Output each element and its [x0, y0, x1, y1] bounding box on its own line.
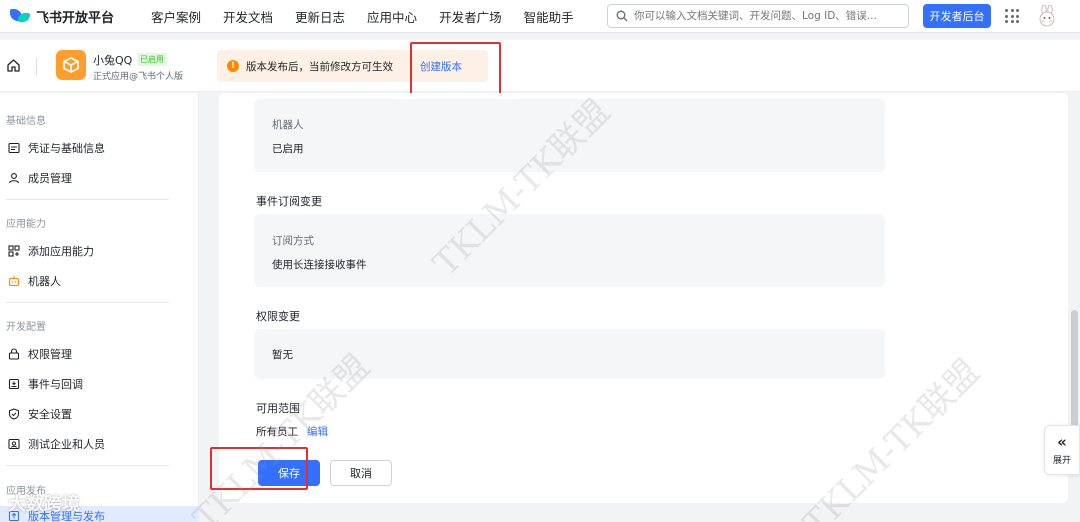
user-icon: [7, 171, 21, 185]
field-value: 暂无: [272, 349, 293, 361]
field-value: 已启用: [272, 143, 304, 155]
shield-icon: [7, 407, 21, 421]
watermark-logo-text: 大数跨境: [8, 494, 80, 515]
search-box[interactable]: [607, 4, 909, 28]
sidebar-item-test-org[interactable]: 测试企业和人员: [7, 436, 105, 452]
sidebar-section-dev-config: 开发配置: [6, 322, 46, 333]
nav-customer-cases[interactable]: 客户案例: [151, 7, 201, 26]
section-title-events: 事件订阅变更: [256, 195, 322, 208]
app-subtitle: 正式应用@飞书个人版: [93, 72, 184, 82]
sidebar-item-label: 凭证与基础信息: [28, 142, 105, 155]
app-header: 小兔QQ 已启用 正式应用@飞书个人版 ! 版本发布后，当前修改方可生效 创建版…: [0, 40, 1080, 92]
sidebar-item-label: 测试企业和人员: [28, 438, 105, 451]
nav-dev-docs[interactable]: 开发文档: [223, 7, 273, 26]
sidebar-item-robot[interactable]: 机器人: [7, 273, 61, 289]
sidebar-item-label: 添加应用能力: [28, 245, 94, 258]
scope-value: 所有员工: [256, 426, 298, 438]
credential-icon: [7, 141, 21, 155]
nav-dev-square[interactable]: 开发者广场: [439, 7, 502, 26]
event-icon: [7, 377, 21, 391]
expand-panel-button[interactable]: « 展开: [1044, 425, 1080, 475]
robot-icon: [7, 274, 21, 288]
sidebar-item-security[interactable]: 安全设置: [7, 406, 72, 422]
app-icon: [56, 50, 86, 80]
app-name: 小兔QQ: [93, 54, 133, 67]
sidebar: 基础信息 凭证与基础信息 成员管理 应用能力 添加应用能力 机器人 开发配置 权…: [0, 93, 199, 522]
watermark-logo: 大数跨境: [8, 490, 80, 516]
double-chevron-left-icon: «: [1057, 433, 1067, 451]
field-label: 机器人: [272, 119, 304, 131]
notice-text: 版本发布后，当前修改方可生效: [246, 60, 393, 73]
sidebar-section-capabilities: 应用能力: [6, 219, 46, 230]
warning-icon: !: [227, 60, 239, 72]
search-input[interactable]: [634, 10, 894, 22]
apps-add-icon: [7, 244, 21, 258]
section-title-scope: 可用范围: [256, 402, 300, 415]
cancel-button[interactable]: 取消: [330, 460, 392, 486]
sidebar-item-label: 事件与回调: [28, 378, 83, 391]
lock-icon: [7, 347, 21, 361]
sidebar-item-events[interactable]: 事件与回调: [7, 376, 83, 392]
section-title-permissions: 权限变更: [256, 310, 300, 323]
divider: [6, 465, 169, 466]
sidebar-item-label: 安全设置: [28, 408, 72, 421]
sidebar-item-label: 成员管理: [28, 172, 72, 185]
changes-card: 机器人 已启用 事件订阅变更 订阅方式 使用长连接接收事件 权限变更 暂无 可用…: [219, 93, 1068, 503]
developer-console-button[interactable]: 开发者后台: [923, 4, 991, 28]
feishu-logo-icon: [10, 9, 30, 23]
field-label: 订阅方式: [272, 235, 314, 247]
home-icon[interactable]: [6, 58, 21, 73]
sidebar-item-permissions[interactable]: 权限管理: [7, 346, 72, 362]
sidebar-section-basic: 基础信息: [6, 116, 46, 127]
scrollbar-thumb[interactable]: [1071, 310, 1078, 430]
main-nav: 客户案例 开发文档 更新日志 应用中心 开发者广场 智能助手: [151, 7, 596, 26]
event-field: 订阅方式 使用长连接接收事件: [254, 214, 885, 287]
sidebar-item-label: 权限管理: [28, 348, 72, 361]
top-nav-bar: 飞书开放平台 客户案例 开发文档 更新日志 应用中心 开发者广场 智能助手 开发…: [0, 0, 1080, 33]
box-icon: [63, 57, 79, 73]
scope-edit-link[interactable]: 编辑: [307, 424, 328, 439]
user-avatar[interactable]: [1036, 5, 1058, 27]
highlight-box: [410, 42, 501, 99]
search-icon: [616, 10, 628, 22]
sidebar-item-members[interactable]: 成员管理: [7, 170, 72, 186]
app-grid-icon[interactable]: [1005, 9, 1019, 23]
expand-label: 展开: [1052, 456, 1071, 466]
divider: [6, 302, 169, 303]
sidebar-item-add-capability[interactable]: 添加应用能力: [7, 243, 94, 259]
sidebar-item-credentials[interactable]: 凭证与基础信息: [7, 140, 105, 156]
main-content: 机器人 已启用 事件订阅变更 订阅方式 使用长连接接收事件 权限变更 暂无 可用…: [200, 93, 1080, 522]
brand-name: 飞书开放平台: [36, 10, 115, 26]
permission-field: 暂无: [254, 329, 885, 379]
field-value: 使用长连接接收事件: [272, 259, 367, 271]
nav-ai-assistant[interactable]: 智能助手: [524, 7, 574, 26]
divider: [36, 58, 37, 76]
brand-logo[interactable]: 飞书开放平台: [10, 7, 140, 26]
nav-changelog[interactable]: 更新日志: [295, 7, 345, 26]
status-badge: 已启用: [137, 53, 167, 66]
sidebar-item-label: 机器人: [28, 275, 61, 288]
nav-app-center[interactable]: 应用中心: [367, 7, 417, 26]
highlight-box: [210, 447, 308, 490]
divider: [6, 199, 169, 200]
test-icon: [7, 437, 21, 451]
robot-field: 机器人 已启用: [254, 99, 885, 172]
